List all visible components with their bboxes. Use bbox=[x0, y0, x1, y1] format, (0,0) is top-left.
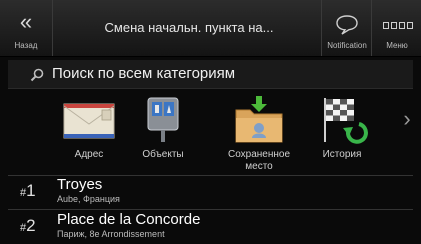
history-flag-icon bbox=[324, 98, 368, 144]
divider bbox=[8, 209, 413, 210]
recent-subtitle: Париж, 8e Arrondissement bbox=[57, 229, 165, 239]
category-label: История bbox=[322, 149, 362, 160]
recent-index: #1 bbox=[20, 181, 36, 200]
envelope-icon bbox=[63, 103, 115, 139]
search-text: Поиск по всем категориям bbox=[52, 65, 236, 82]
notification-button[interactable]: Notification bbox=[321, 0, 372, 56]
menu-label: Меню bbox=[386, 41, 408, 50]
search-icon bbox=[30, 68, 44, 82]
top-bar: « Назад Смена начальн. пункта на... Noti… bbox=[0, 0, 421, 57]
category-places[interactable]: Объекты bbox=[124, 94, 202, 170]
category-address[interactable]: Адрес bbox=[50, 94, 128, 170]
notification-label: Notification bbox=[327, 41, 367, 50]
page-title: Смена начальн. пункта на... bbox=[104, 20, 274, 35]
double-chevron-left-icon: « bbox=[19, 9, 33, 34]
recent-item[interactable]: #1 Troyes Aube, Франция bbox=[8, 176, 413, 208]
back-button[interactable]: « Назад bbox=[0, 0, 53, 56]
recent-item[interactable]: #2 Place de la Concorde Париж, 8e Arrond… bbox=[8, 211, 413, 243]
category-label: Объекты bbox=[142, 149, 184, 160]
recent-name: Troyes bbox=[57, 176, 103, 193]
saved-folder-icon bbox=[235, 96, 283, 143]
back-button-label: Назад bbox=[14, 41, 38, 50]
recent-subtitle: Aube, Франция bbox=[57, 194, 120, 204]
search-field[interactable]: Поиск по всем категориям bbox=[8, 60, 413, 89]
category-saved[interactable]: Сохраненное место bbox=[220, 94, 298, 172]
category-history[interactable]: История bbox=[303, 94, 381, 170]
chevron-right-icon[interactable]: › bbox=[396, 104, 418, 134]
speech-bubble-icon bbox=[336, 15, 358, 35]
recent-index: #2 bbox=[20, 216, 36, 235]
recent-name: Place de la Concorde bbox=[57, 211, 201, 228]
category-label: Адрес bbox=[74, 149, 104, 160]
poi-icon bbox=[147, 97, 179, 142]
menu-icon bbox=[383, 22, 413, 30]
category-label: Сохраненное место bbox=[227, 149, 291, 172]
menu-button[interactable]: Меню bbox=[371, 0, 421, 56]
